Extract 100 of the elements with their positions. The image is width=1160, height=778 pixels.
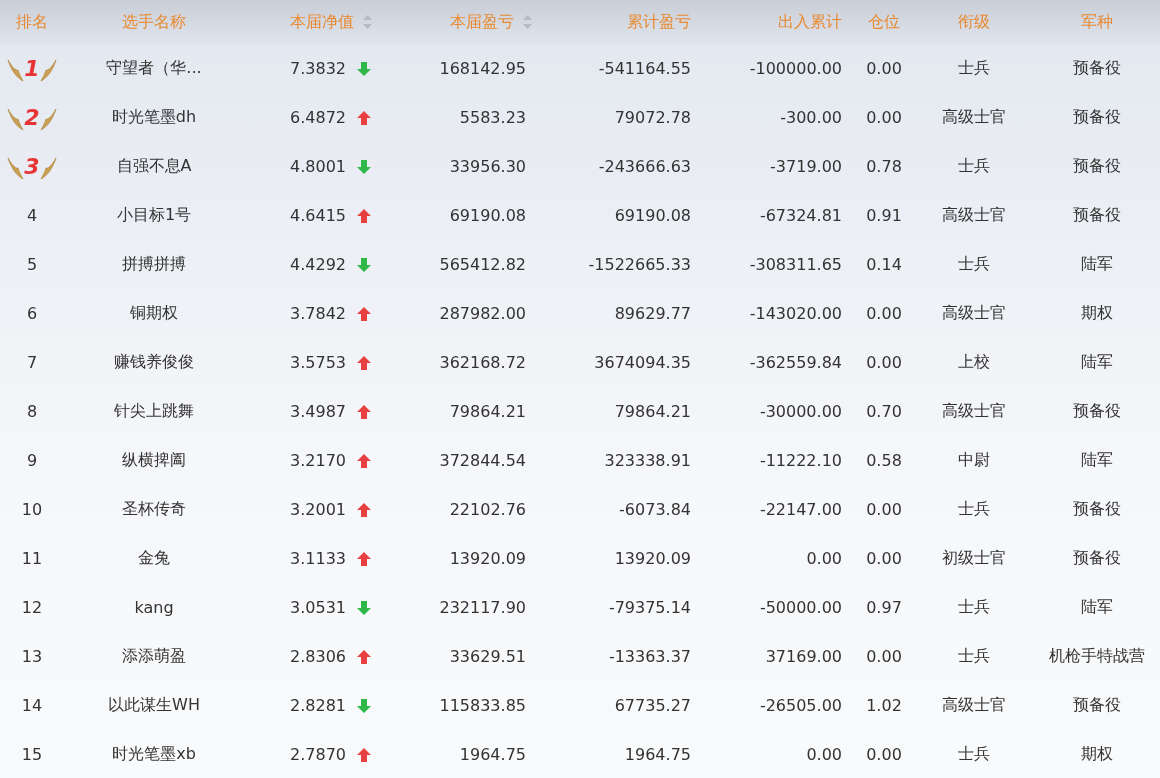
net-value: 3.5753 (290, 353, 346, 372)
net-flow: -67324.81 (759, 206, 842, 225)
total-profit: 89629.77 (614, 304, 691, 323)
net-flow: 0.00 (806, 745, 842, 764)
period-profit: 1964.75 (459, 745, 526, 764)
branch-name: 期权 (1081, 744, 1113, 765)
net-value: 2.8306 (290, 647, 346, 666)
rank-title: 士兵 (958, 597, 990, 618)
player-name: 时光笔墨dh (111, 107, 197, 128)
branch-name: 期权 (1081, 303, 1113, 324)
total-profit: -541164.55 (598, 59, 691, 78)
total-profit: 79864.21 (614, 402, 691, 421)
column-header: 排名 (15, 10, 49, 33)
total-profit: 67735.27 (614, 696, 691, 715)
branch-name: 陆军 (1081, 597, 1113, 618)
player-name: 纵横捭阖 (122, 450, 186, 471)
net-flow: -30000.00 (759, 402, 842, 421)
player-name: 添添萌盈 (122, 646, 186, 667)
period-profit: 287982.00 (439, 304, 526, 323)
position-ratio: 1.02 (866, 696, 902, 715)
net-flow: -50000.00 (759, 598, 842, 617)
net-value: 2.8281 (290, 696, 346, 715)
column-header[interactable]: 本届净值 (244, 0, 380, 44)
position-ratio: 0.91 (866, 206, 902, 225)
rank-title: 士兵 (958, 58, 990, 79)
position-ratio: 0.58 (866, 451, 902, 470)
branch-name: 机枪手特战营 (1049, 646, 1145, 667)
position-ratio: 0.00 (866, 353, 902, 372)
sort-icon[interactable] (363, 15, 372, 29)
position-ratio: 0.14 (866, 255, 902, 274)
position-ratio: 0.78 (866, 157, 902, 176)
position-ratio: 0.00 (866, 59, 902, 78)
net-value: 3.7842 (290, 304, 346, 323)
branch-name: 陆军 (1081, 450, 1113, 471)
net-value: 7.3832 (290, 59, 346, 78)
branch-name: 预备役 (1073, 695, 1121, 716)
column-header[interactable]: 本届盈亏 (380, 0, 540, 44)
position-ratio: 0.00 (866, 549, 902, 568)
player-name: 圣杯传奇 (122, 499, 186, 520)
period-profit: 33629.51 (449, 647, 526, 666)
branch-name: 预备役 (1073, 499, 1121, 520)
net-value: 3.0531 (290, 598, 346, 617)
period-profit: 5583.23 (459, 108, 526, 127)
total-profit: 323338.91 (604, 451, 691, 470)
total-profit: -79375.14 (608, 598, 691, 617)
rank-title: 上校 (958, 352, 990, 373)
player-name: 赚钱养俊俊 (114, 352, 194, 373)
position-ratio: 0.00 (866, 500, 902, 519)
position-ratio: 0.00 (866, 304, 902, 323)
rank-number: 4 (26, 206, 38, 225)
total-profit: -1522665.33 (588, 255, 691, 274)
total-profit: 13920.09 (614, 549, 691, 568)
rank-title: 高级士官 (942, 695, 1006, 716)
net-value: 4.8001 (290, 157, 346, 176)
rank-title: 士兵 (958, 646, 990, 667)
column-header: 军种 (1080, 10, 1114, 33)
rank-number: 3 (24, 154, 40, 179)
net-value: 4.6415 (290, 206, 346, 225)
period-profit: 79864.21 (449, 402, 526, 421)
rank-number: 8 (26, 402, 38, 421)
rank-number: 1 (24, 56, 40, 81)
player-name: 以此谋生WH (108, 695, 200, 716)
sort-icon[interactable] (523, 15, 532, 29)
position-ratio: 0.00 (866, 108, 902, 127)
net-value: 3.2170 (290, 451, 346, 470)
position-ratio: 0.00 (866, 745, 902, 764)
period-profit: 232117.90 (439, 598, 526, 617)
rank-number: 14 (21, 696, 43, 715)
player-name: 针尖上跳舞 (114, 401, 194, 422)
player-name: 守望者（华... (106, 58, 202, 79)
rank-number: 9 (26, 451, 38, 470)
total-profit: -243666.63 (598, 157, 691, 176)
net-value: 3.4987 (290, 402, 346, 421)
rank-title: 高级士官 (942, 205, 1006, 226)
net-flow: -22147.00 (759, 500, 842, 519)
column-header: 仓位 (867, 10, 901, 33)
branch-name: 预备役 (1073, 58, 1121, 79)
player-name: 拼搏拼搏 (122, 254, 186, 275)
position-ratio: 0.70 (866, 402, 902, 421)
rank-number: 5 (26, 255, 38, 274)
total-profit: 3674094.35 (594, 353, 691, 372)
rank-number: 6 (26, 304, 38, 323)
net-flow: -3719.00 (770, 157, 842, 176)
net-flow: -11222.10 (759, 451, 842, 470)
net-flow: 0.00 (806, 549, 842, 568)
period-profit: 372844.54 (439, 451, 526, 470)
rank-title: 高级士官 (942, 401, 1006, 422)
rank-number: 11 (21, 549, 43, 568)
rank-number: 10 (21, 500, 43, 519)
rank-title: 士兵 (958, 254, 990, 275)
period-profit: 115833.85 (439, 696, 526, 715)
branch-name: 预备役 (1073, 205, 1121, 226)
rank-number: 7 (26, 353, 38, 372)
rank-title: 中尉 (958, 450, 990, 471)
branch-name: 预备役 (1073, 107, 1121, 128)
net-value: 4.4292 (290, 255, 346, 274)
period-profit: 168142.95 (439, 59, 526, 78)
net-value: 6.4872 (290, 108, 346, 127)
branch-name: 预备役 (1073, 156, 1121, 177)
position-ratio: 0.97 (866, 598, 902, 617)
